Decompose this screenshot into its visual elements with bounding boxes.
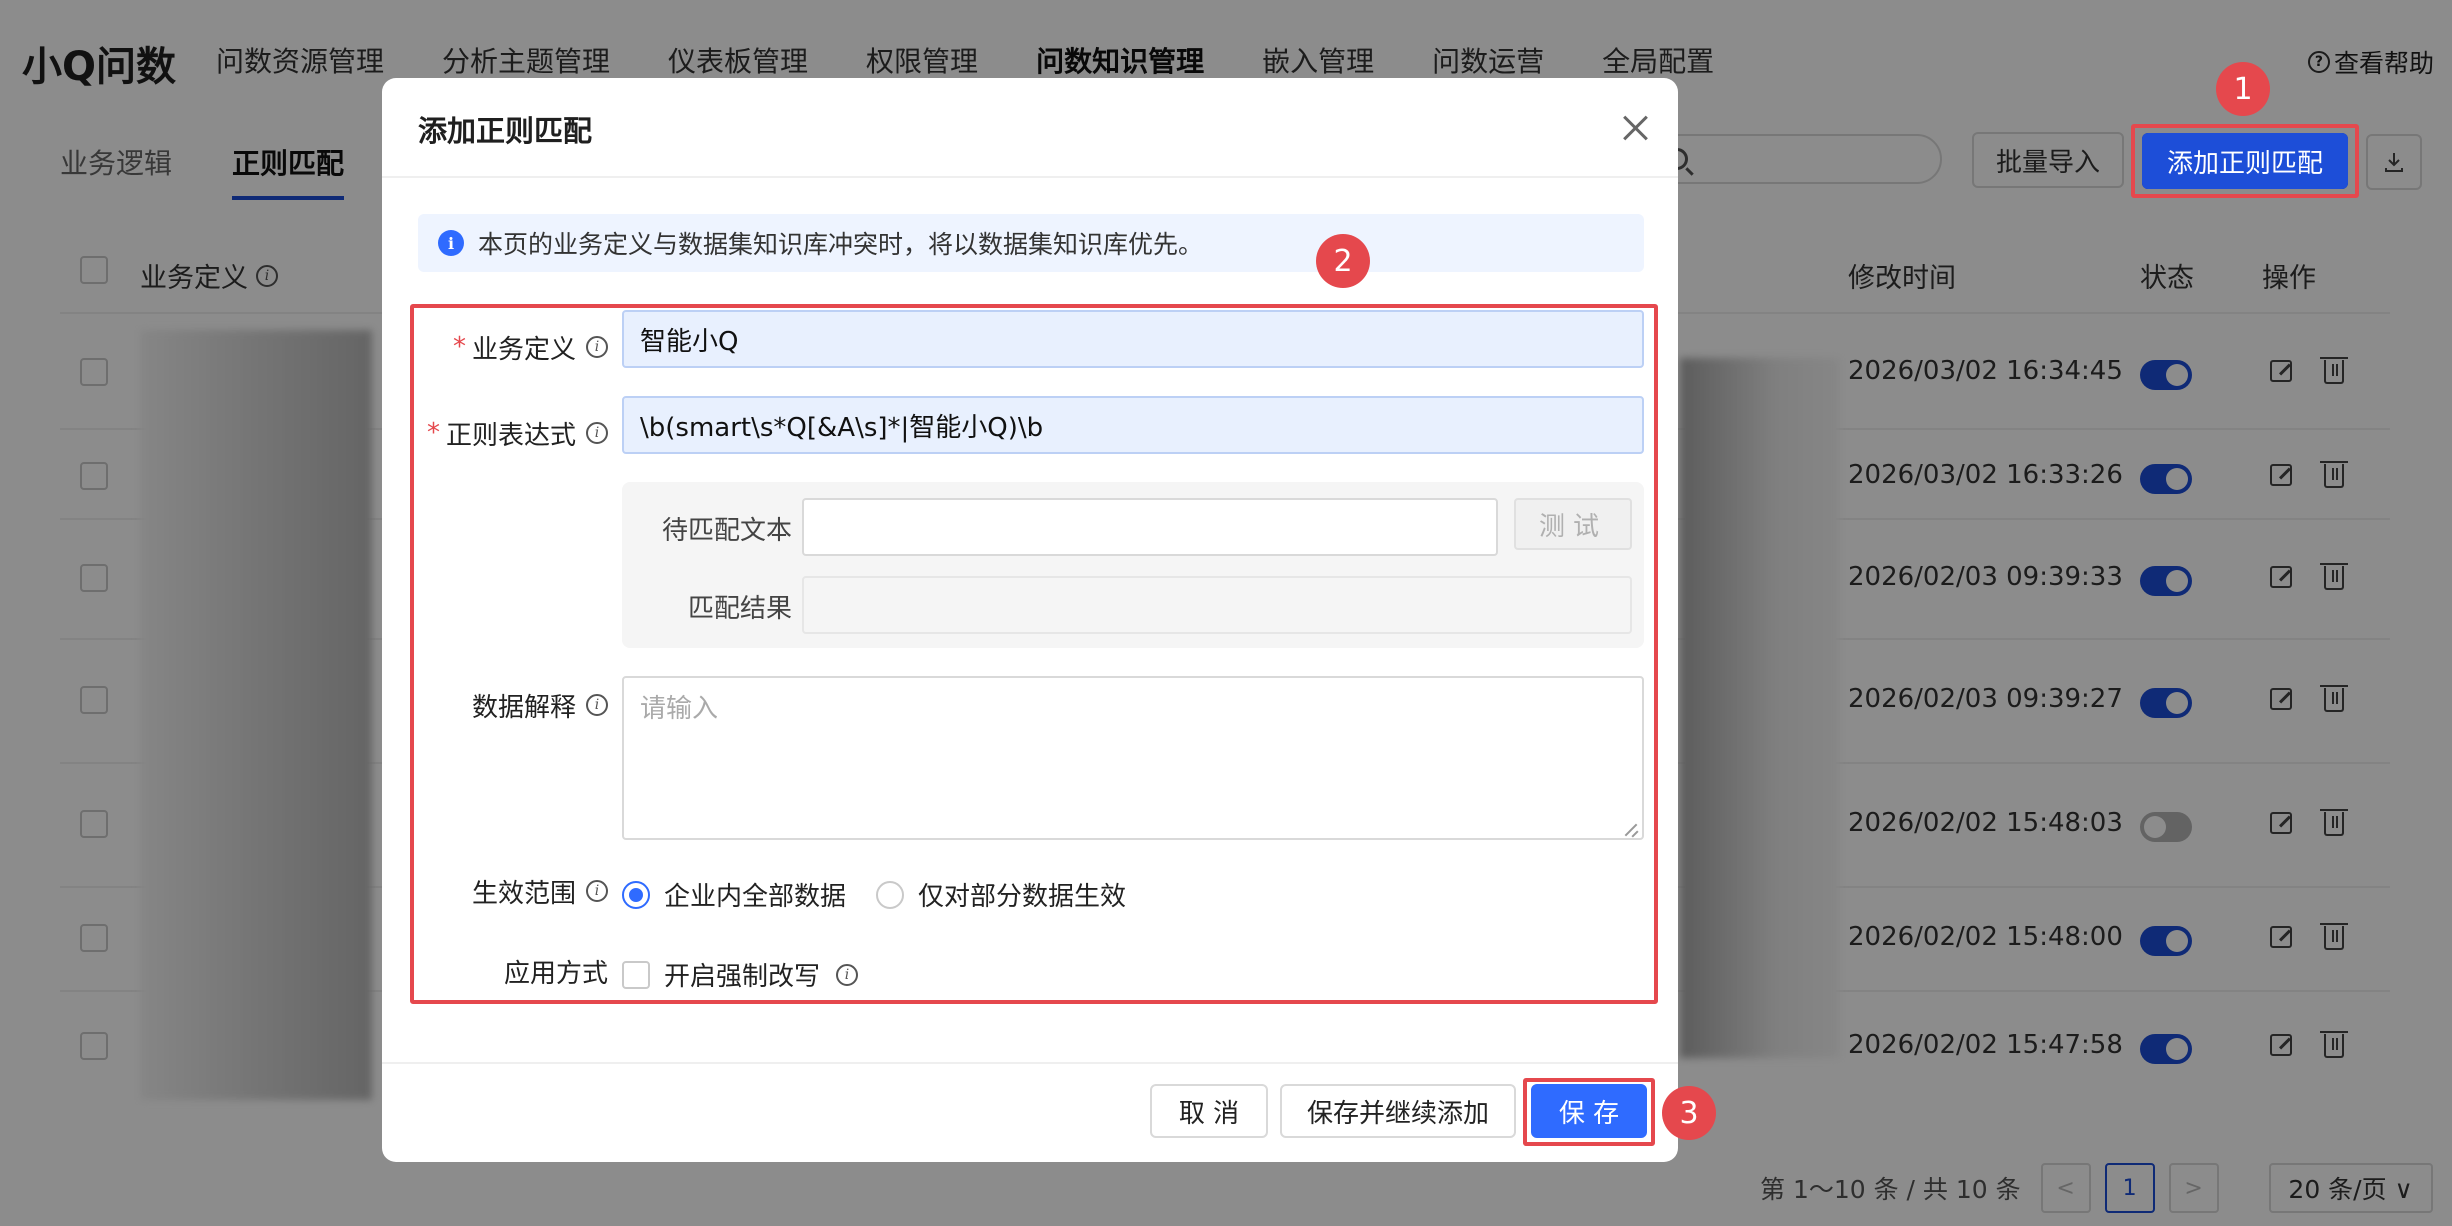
step-badge-2: 2: [1316, 234, 1370, 288]
highlight-box: [1523, 1078, 1655, 1146]
step-badge-1: 1: [2216, 62, 2270, 116]
resize-handle-icon[interactable]: [1626, 822, 1640, 836]
scope-radio-partial[interactable]: [876, 880, 905, 909]
match-text-input[interactable]: [802, 498, 1498, 556]
notice-text: 本页的业务定义与数据集知识库冲突时，将以数据集知识库优先。: [478, 230, 1204, 259]
business-definition-input[interactable]: 智能小Q: [622, 310, 1644, 368]
info-icon: i: [836, 963, 859, 986]
close-icon[interactable]: [1622, 114, 1650, 142]
info-notice: i 本页的业务定义与数据集知识库冲突时，将以数据集知识库优先。: [418, 214, 1644, 272]
step-badge-3: 3: [1662, 1086, 1716, 1140]
business-definition-label: * 业务定义 i: [418, 318, 608, 376]
info-icon: i: [586, 336, 608, 358]
scope-option-all-label[interactable]: 企业内全部数据: [664, 876, 846, 913]
regex-input[interactable]: \b(smart\s*Q[&A\s]*|智能小Q)\b: [622, 396, 1644, 454]
add-regex-dialog: 添加正则匹配 i 本页的业务定义与数据集知识库冲突时，将以数据集知识库优先。 *…: [382, 78, 1678, 1162]
match-result-field: [802, 576, 1632, 634]
dialog-header: 添加正则匹配: [382, 78, 1678, 178]
scope-radio-group: 企业内全部数据 仅对部分数据生效: [622, 876, 1156, 913]
data-explanation-label: 数据解释 i: [418, 676, 608, 734]
scope-label: 生效范围 i: [418, 862, 608, 920]
scope-option-partial-label[interactable]: 仅对部分数据生效: [918, 876, 1126, 913]
force-rewrite-label[interactable]: 开启强制改写: [664, 956, 820, 993]
regex-test-panel: 待匹配文本 测试 匹配结果: [622, 482, 1644, 648]
cancel-button[interactable]: 取 消: [1150, 1084, 1268, 1138]
save-and-continue-button[interactable]: 保存并继续添加: [1280, 1084, 1516, 1138]
force-rewrite-checkbox[interactable]: [622, 960, 650, 989]
info-icon: i: [586, 422, 608, 444]
apply-mode-label: 应用方式: [503, 958, 608, 989]
test-button[interactable]: 测试: [1514, 498, 1632, 550]
info-circle-icon: i: [438, 230, 464, 256]
info-icon: i: [586, 880, 608, 902]
highlight-box: [2131, 124, 2359, 198]
match-text-label: 待匹配文本: [662, 516, 793, 546]
force-rewrite-option: 开启强制改写 i: [622, 956, 859, 993]
data-explanation-textarea[interactable]: 请输入: [622, 676, 1644, 840]
regex-label: * 正则表达式 i: [398, 404, 608, 462]
match-result-label: 匹配结果: [688, 594, 793, 624]
textarea-placeholder: 请输入: [640, 694, 719, 724]
scope-radio-all[interactable]: [622, 880, 650, 909]
dialog-title: 添加正则匹配: [418, 114, 593, 148]
info-icon: i: [586, 694, 608, 716]
